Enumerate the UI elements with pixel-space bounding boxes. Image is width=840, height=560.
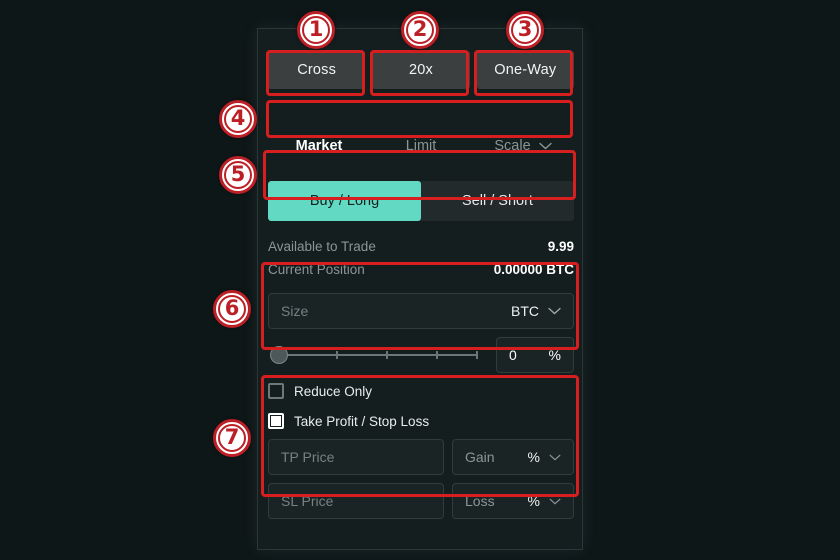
chevron-down-icon [549,498,561,505]
chevron-down-icon [549,454,561,461]
sl-mode-unit: % [527,493,540,509]
available-to-trade-value: 9.99 [547,239,574,254]
slider-tick [336,351,338,359]
tab-scale[interactable]: Scale [472,129,574,163]
current-position-value: 0.00000 BTC [493,262,574,277]
take-profit-stop-loss-checkbox[interactable] [268,413,284,429]
tp-price-placeholder: TP Price [281,449,335,465]
marker-7-label: 7 [224,425,240,449]
order-side-toggle: Buy / Long Sell / Short [268,181,574,221]
size-unit-label: BTC [511,303,539,319]
marker-3-label: 3 [517,17,533,41]
size-placeholder: Size [281,303,309,319]
position-mode-button[interactable]: One-Way [476,51,574,89]
sl-mode-label: Loss [465,493,495,509]
marker-1-label: 1 [308,17,324,41]
reduce-only-row[interactable]: Reduce Only [268,383,372,399]
sl-mode-unit-group: % [528,493,561,509]
current-position-label: Current Position [268,262,365,277]
tab-market-label: Market [295,138,343,154]
sell-short-label: Sell / Short [462,193,533,209]
tab-limit-label: Limit [405,138,437,154]
tp-mode-unit-group: % [528,449,561,465]
marker-5: 5 [219,156,257,194]
marker-5-label: 5 [230,162,246,186]
account-info: Available to Trade 9.99 Current Position… [268,235,574,281]
margin-mode-button[interactable]: Cross [268,51,366,89]
size-slider[interactable] [268,337,484,373]
size-input[interactable]: Size BTC [268,293,574,329]
sl-mode-selector[interactable]: Loss % [452,483,574,519]
tp-mode-unit: % [527,449,540,465]
size-unit-selector[interactable]: BTC [511,303,561,319]
marker-7: 7 [213,419,251,457]
size-percent-value: 0 [509,347,517,363]
size-slider-row: 0 % [268,337,574,373]
tpsl-fields: TP Price Gain % SL Price Loss % [268,439,574,519]
marker-2: 2 [401,11,439,49]
marker-2-label: 2 [412,17,428,41]
buy-long-label: Buy / Long [309,193,380,209]
tab-limit[interactable]: Limit [370,129,472,163]
trading-order-panel: Cross 20x One-Way Market Limit Scale Buy… [257,28,583,550]
slider-handle[interactable] [270,346,288,364]
margin-settings-row: Cross 20x One-Way [268,51,574,89]
marker-1: 1 [297,11,335,49]
leverage-label: 20x [409,62,433,78]
slider-tick [476,351,478,359]
marker-6: 6 [213,290,251,328]
buy-long-button[interactable]: Buy / Long [268,181,421,221]
size-percent-input[interactable]: 0 % [496,337,574,373]
tp-mode-label: Gain [465,449,495,465]
tab-market[interactable]: Market [268,129,370,163]
tp-mode-selector[interactable]: Gain % [452,439,574,475]
chevron-down-icon [548,307,561,315]
slider-track[interactable] [276,354,478,356]
available-to-trade-label: Available to Trade [268,239,376,254]
slider-tick [436,351,438,359]
marker-4: 4 [219,100,257,138]
percent-symbol: % [548,347,561,363]
margin-mode-label: Cross [297,62,337,78]
chevron-down-icon [538,142,552,150]
sl-price-placeholder: SL Price [281,493,334,509]
take-profit-stop-loss-label: Take Profit / Stop Loss [294,413,430,429]
marker-3: 3 [506,11,544,49]
current-position-row: Current Position 0.00000 BTC [268,258,574,281]
leverage-button[interactable]: 20x [372,51,470,89]
order-type-tabs: Market Limit Scale [268,129,574,163]
tab-scale-label: Scale [494,138,531,154]
take-profit-stop-loss-row[interactable]: Take Profit / Stop Loss [268,413,429,429]
position-mode-label: One-Way [494,62,557,78]
sl-price-input[interactable]: SL Price [268,483,444,519]
slider-tick [386,351,388,359]
marker-6-label: 6 [224,296,240,320]
sell-short-button[interactable]: Sell / Short [421,181,574,221]
tp-price-input[interactable]: TP Price [268,439,444,475]
reduce-only-label: Reduce Only [294,383,373,399]
reduce-only-checkbox[interactable] [268,383,284,399]
marker-4-label: 4 [230,106,246,130]
available-to-trade-row: Available to Trade 9.99 [268,235,574,258]
